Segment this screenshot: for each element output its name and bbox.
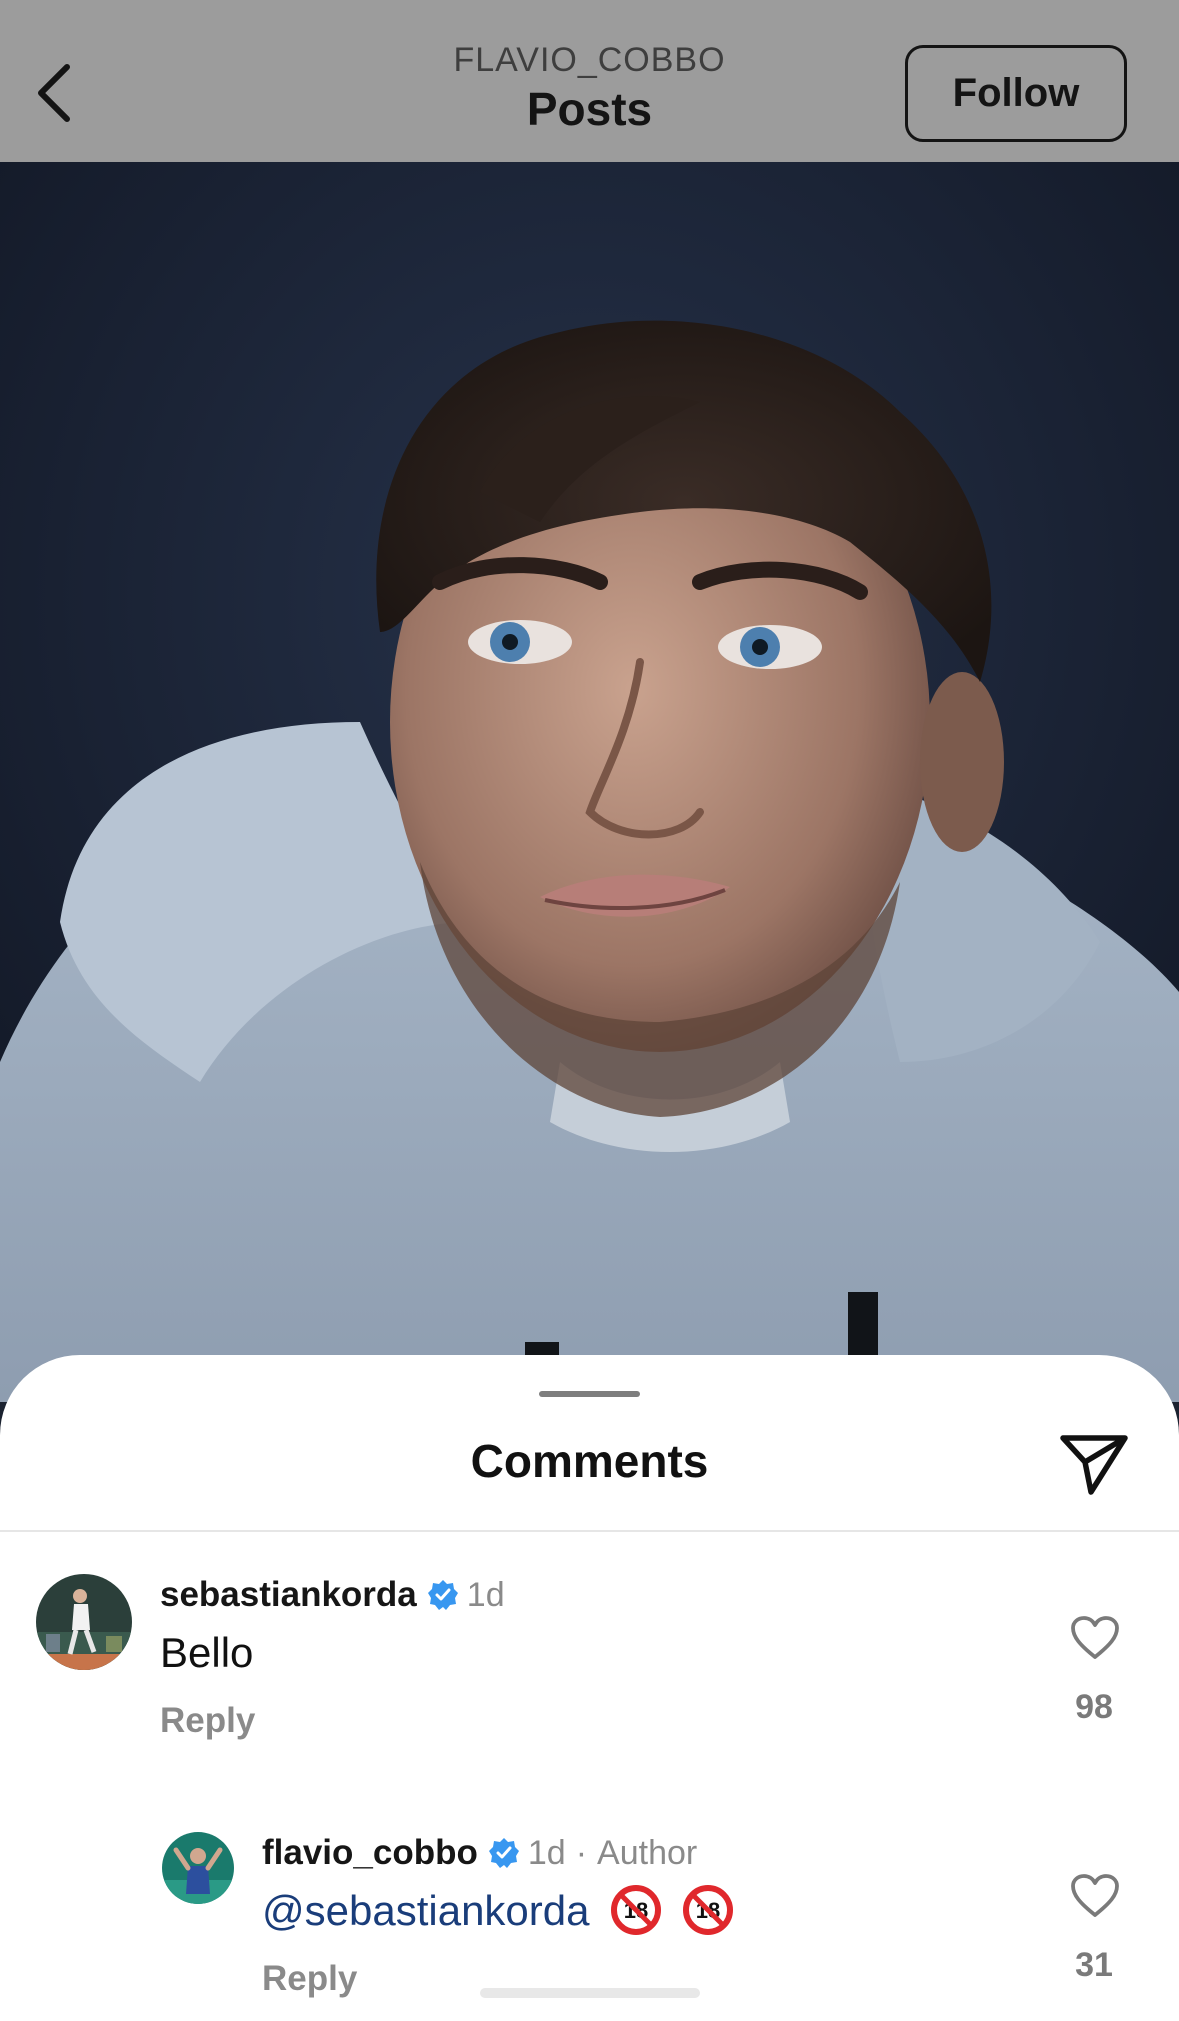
no-one-under-eighteen-emoji: 18 [682, 1884, 733, 1935]
comment-time: 1d [527, 1834, 566, 1872]
header-separator: · [575, 1834, 588, 1872]
mention-link[interactable]: @sebastiankorda [262, 1887, 590, 1934]
instagram-post-screen: FLAVIO_COBBO Posts Follow Comments sebas… [0, 0, 1179, 2021]
comment-username[interactable]: flavio_cobbo [262, 1831, 478, 1875]
comment-text: @sebastiankorda 18 18 [262, 1884, 733, 1937]
follow-button[interactable]: Follow [905, 45, 1127, 142]
author-tag: Author [597, 1834, 698, 1872]
post-image[interactable] [0, 162, 1179, 1402]
verified-badge-icon [488, 1838, 519, 1868]
top-bar: FLAVIO_COBBO Posts Follow [0, 0, 1179, 162]
like-count: 31 [1075, 1946, 1113, 1984]
heart-icon [1071, 1874, 1119, 1917]
reply-comment-item: flavio_cobbo 1d · Author @sebastiankorda… [0, 1355, 1179, 2021]
comments-sheet: Comments sebastiankorda 1d Bello Reply 9… [0, 1355, 1179, 2021]
reply-button[interactable]: Reply [262, 1957, 357, 2001]
avatar[interactable] [162, 1832, 234, 1904]
home-indicator [480, 1988, 700, 1998]
like-button[interactable] [1067, 1870, 1123, 1922]
portrait-photo [0, 162, 1179, 1402]
no-one-under-eighteen-emoji: 18 [611, 1884, 662, 1935]
comment-header: flavio_cobbo 1d · Author [262, 1831, 697, 1875]
avatar-image [162, 1832, 234, 1904]
